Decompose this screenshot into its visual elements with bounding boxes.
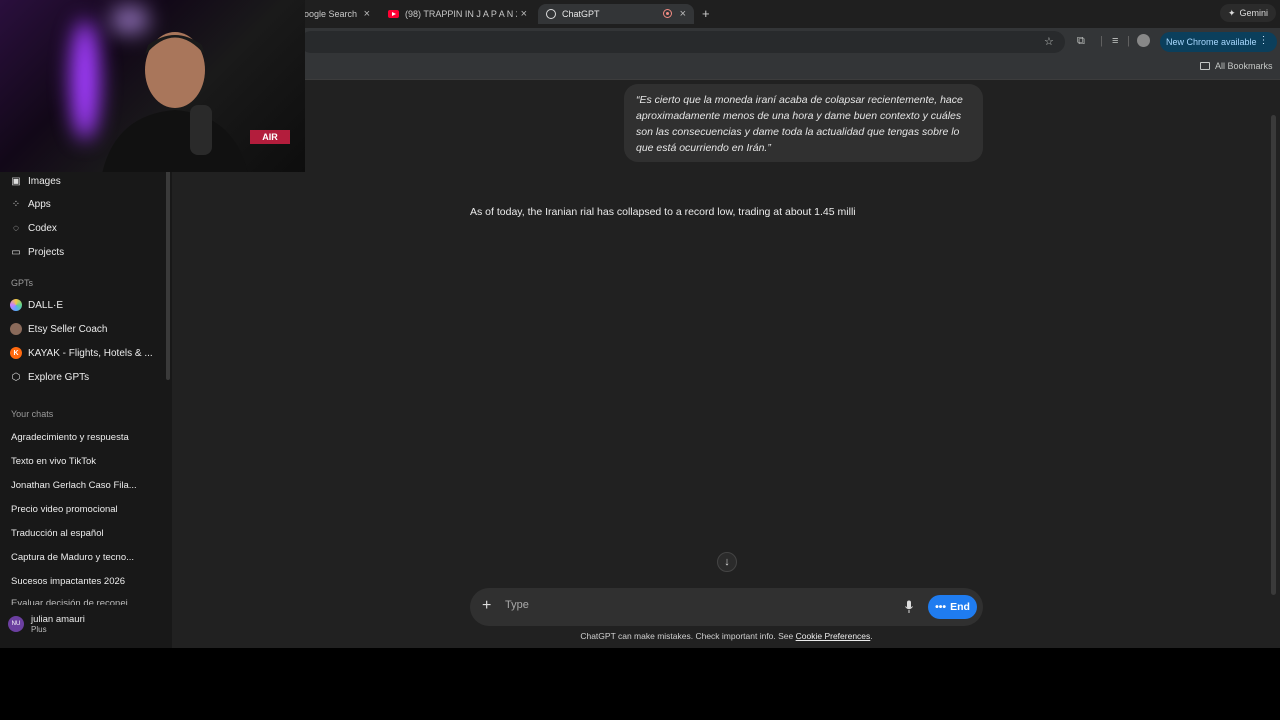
divider: |	[1127, 35, 1130, 47]
sidebar-item-apps[interactable]: ⁘ Apps	[0, 193, 160, 215]
sidebar-item-label: Projects	[28, 246, 65, 258]
chat-item[interactable]: Sucesos impactantes 2026	[11, 576, 151, 587]
sidebar-item-label: Etsy Seller Coach	[28, 323, 108, 335]
tab-label: ChatGPT	[562, 9, 600, 19]
chatgpt-icon	[546, 9, 556, 19]
assistant-message: As of today, the Iranian rial has collap…	[470, 206, 856, 218]
folder-icon	[1200, 62, 1210, 70]
sidebar-item-explore-gpts[interactable]: ⬡ Explore GPTs	[0, 366, 160, 388]
close-tab-icon[interactable]: ×	[680, 8, 686, 20]
sidebar-item-images[interactable]: ▣ Images	[0, 170, 160, 192]
profile-avatar[interactable]	[1137, 34, 1150, 47]
tab-chatgpt[interactable]: ChatGPT ×	[538, 4, 694, 24]
main-scrollbar[interactable]	[1271, 115, 1276, 595]
sidebar-item-label: Explore GPTs	[28, 371, 90, 383]
microphone-icon[interactable]	[904, 600, 914, 614]
update-label: New Chrome available	[1166, 37, 1257, 47]
gpts-section-label: GPTs	[11, 278, 34, 288]
chat-item[interactable]: Texto en vivo TikTok	[11, 456, 151, 467]
user-profile-button[interactable]: NU julian amauri Plus	[8, 614, 85, 634]
disclaimer: ChatGPT can make mistakes. Check importa…	[470, 631, 983, 641]
message-input[interactable]	[505, 599, 885, 611]
cookie-preferences-link[interactable]: Cookie Preferences	[796, 631, 871, 641]
dalle-avatar	[10, 299, 22, 311]
chat-item[interactable]: Traducción al español	[11, 528, 151, 539]
bookmark-star-icon[interactable]: ☆	[1044, 35, 1054, 48]
end-label: End	[950, 601, 970, 613]
etsy-coach-avatar	[10, 323, 22, 335]
composer: + ••• End	[470, 588, 983, 626]
all-bookmarks-button[interactable]: All Bookmarks	[1200, 61, 1273, 71]
chat-item[interactable]: Evaluar decisión de reconei...	[11, 598, 151, 605]
new-tab-icon[interactable]: +	[702, 6, 710, 21]
user-message-bubble: “Es cierto que la moneda iraní acaba de …	[624, 84, 983, 162]
tab-google-search[interactable]: oogle Search ×	[296, 4, 378, 24]
gemini-label: Gemini	[1239, 8, 1269, 18]
sidebar-item-label: Images	[28, 175, 61, 187]
kayak-avatar: K	[10, 347, 22, 359]
arrow-down-icon: ↓	[724, 556, 730, 568]
tab-label: (98) TRAPPIN IN J A P A N 2	[405, 9, 517, 19]
all-bookmarks-label: All Bookmarks	[1215, 61, 1273, 71]
sidebar-item-label: DALL·E	[28, 299, 64, 311]
close-tab-icon[interactable]: ×	[521, 8, 527, 20]
sidebar-item-dalle[interactable]: DALL·E	[0, 294, 160, 316]
webcam-overlay: AIR	[0, 0, 305, 172]
plus-icon[interactable]: +	[482, 597, 491, 615]
your-chats-section-label: Your chats	[11, 409, 54, 419]
explore-gpts-icon: ⬡	[11, 371, 21, 383]
letterbox-bar	[0, 648, 1280, 720]
recording-icon	[663, 9, 672, 18]
disclaimer-text: ChatGPT can make mistakes. Check importa…	[580, 631, 796, 641]
divider: |	[1100, 35, 1103, 47]
disclaimer-suffix: .	[870, 631, 873, 641]
sidebar-item-label: Codex	[28, 222, 57, 234]
sidebar-item-etsy-seller-coach[interactable]: Etsy Seller Coach	[0, 318, 160, 340]
images-icon: ▣	[11, 175, 21, 187]
tab-youtube[interactable]: (98) TRAPPIN IN J A P A N 2 ×	[380, 4, 535, 24]
projects-icon: ▭	[11, 246, 21, 258]
youtube-icon	[388, 10, 399, 18]
address-bar[interactable]: ☆	[300, 31, 1065, 53]
sidebar-item-label: Apps	[28, 198, 51, 210]
chat-item[interactable]: Agradecimiento y respuesta	[11, 432, 151, 443]
dots-icon: •••	[935, 601, 947, 613]
reading-list-icon[interactable]: ≡	[1112, 35, 1118, 47]
new-chrome-available-button[interactable]: New Chrome available ⋮	[1160, 32, 1277, 52]
chat-item[interactable]: Captura de Maduro y tecno...	[11, 552, 151, 563]
gemini-button[interactable]: ✦ Gemini	[1220, 4, 1277, 22]
codex-icon: ◌	[13, 222, 19, 234]
sidebar-item-projects[interactable]: ▭ Projects	[0, 241, 160, 263]
scroll-down-button[interactable]: ↓	[717, 552, 737, 572]
tab-label: oogle Search	[304, 9, 358, 19]
sidebar-item-codex[interactable]: ◌ Codex	[0, 217, 160, 239]
streamer-silhouette	[102, 32, 248, 172]
chat-item[interactable]: Precio video promocional	[11, 504, 151, 515]
close-tab-icon[interactable]: ×	[364, 8, 370, 20]
sidebar-item-kayak[interactable]: K KAYAK - Flights, Hotels & ...	[0, 342, 160, 364]
sparkle-icon: ✦	[1228, 7, 1236, 18]
user-plan: Plus	[31, 625, 47, 634]
neon-sign: AIR	[250, 130, 290, 144]
menu-kebab-icon[interactable]: ⋮	[1259, 35, 1269, 46]
apps-icon: ⁘	[11, 198, 21, 210]
avatar: NU	[8, 616, 24, 632]
chat-item[interactable]: Jonathan Gerlach Caso Fila...	[11, 480, 151, 491]
user-name: julian amauri	[31, 614, 85, 625]
end-voice-button[interactable]: ••• End	[928, 595, 977, 619]
cast-icon[interactable]: ⧉	[1077, 35, 1085, 48]
sidebar-item-label: KAYAK - Flights, Hotels & ...	[28, 347, 153, 359]
